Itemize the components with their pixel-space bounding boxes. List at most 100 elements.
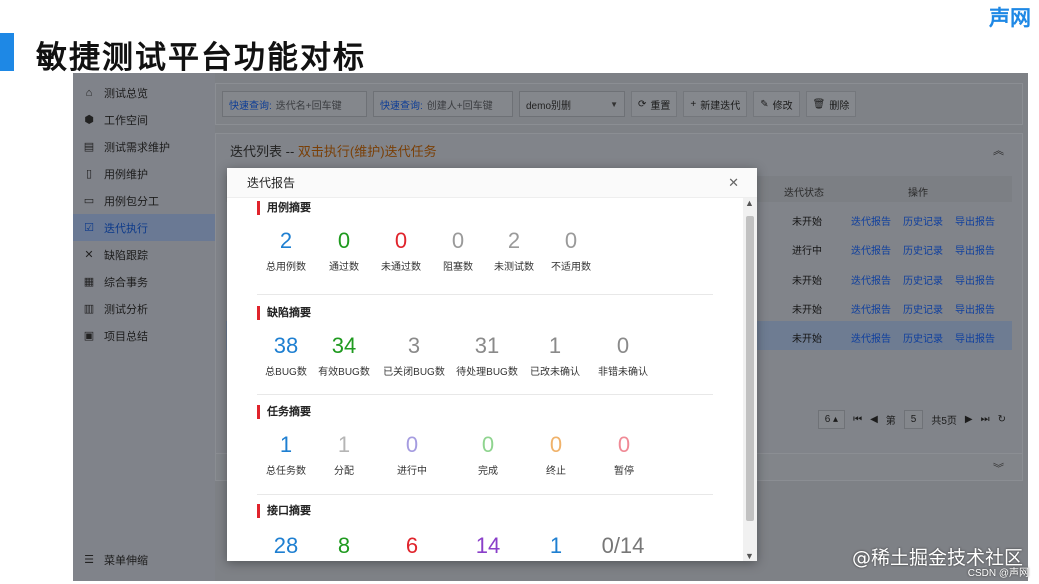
menu-collapse-button[interactable]: ☰ 菜单伸缩 <box>73 546 215 573</box>
folder-icon: ▭ <box>83 195 95 207</box>
sidebar-item-case-packages[interactable]: ▭ 用例包分工 <box>73 187 215 214</box>
section-title: 用例摘要 <box>257 201 713 215</box>
reset-button[interactable]: ⟳ 重置 <box>631 91 678 117</box>
sidebar-item-affairs[interactable]: ▦ 综合事务 <box>73 268 215 295</box>
defect-summary-section: 缺陷摘要 <box>257 306 713 320</box>
stat-api-total: 28 <box>273 533 299 558</box>
dialog-scrollbar[interactable]: ▲ ▼ <box>743 198 757 561</box>
plus-icon: + <box>690 98 697 110</box>
menu-icon: ☰ <box>84 554 94 566</box>
sidebar-item-cases[interactable]: ▯ 用例维护 <box>73 160 215 187</box>
stat-paused: 0 暂停 <box>614 432 634 477</box>
divider <box>257 294 713 295</box>
panel-hint: 双击执行(维护)迭代任务 <box>297 143 437 159</box>
sidebar-item-iteration[interactable]: ☑ 迭代执行 <box>73 214 215 241</box>
report-link[interactable]: 迭代报告 <box>851 213 891 228</box>
export-link[interactable]: 导出报告 <box>955 301 995 316</box>
history-link[interactable]: 历史记录 <box>903 330 943 345</box>
stat-fixed-unconfirmed: 1 已改未确认 <box>530 333 580 378</box>
divider <box>257 394 713 395</box>
stat-api-other: 14 <box>475 533 501 558</box>
export-link[interactable]: 导出报告 <box>955 242 995 257</box>
stat-pending-bugs: 31 待处理BUG数 <box>456 333 518 378</box>
grid-icon: ▦ <box>83 276 95 288</box>
api-summary-stats: 28 8 6 14 1 0/14 <box>257 531 713 561</box>
stat-untested: 2 未测试数 <box>494 228 534 273</box>
archive-icon: ▣ <box>83 330 95 342</box>
stat-total-bugs: 38 总BUG数 <box>265 333 307 378</box>
history-link[interactable]: 历史记录 <box>903 272 943 287</box>
watermark-sub: CSDN @声网 <box>967 568 1029 579</box>
sidebar-item-workspace[interactable]: ⬢ 工作空间 <box>73 106 215 133</box>
trash-icon: 🗑 <box>812 98 826 110</box>
creator-search-input[interactable]: 快速查询: 创建人+回车键 <box>373 91 513 117</box>
brand-logo: 声网 <box>989 6 1031 30</box>
task-summary-stats: 1 总任务数 1 分配 0 进行中 0 完成 0 终止 0 暂停 <box>257 430 713 492</box>
sidebar-item-requirements[interactable]: ▤ 测试需求维护 <box>73 133 215 160</box>
report-link[interactable]: 迭代报告 <box>851 272 891 287</box>
chevron-up-icon[interactable]: ︽ <box>993 142 1004 158</box>
close-icon[interactable]: ✕ <box>728 175 739 191</box>
check-square-icon: ☑ <box>84 222 94 234</box>
section-title: 任务摘要 <box>257 405 713 419</box>
sidebar-item-defects[interactable]: ✕ 缺陷跟踪 <box>73 241 215 268</box>
export-link[interactable]: 导出报告 <box>955 213 995 228</box>
scroll-thumb[interactable] <box>746 216 754 521</box>
project-select[interactable]: demo别删 ▼ <box>519 91 625 117</box>
iteration-report-dialog: 迭代报告 ✕ 用例摘要 2 总用例数 0 通过数 0 未通过数 0 阻塞数 2 未测试数 … <box>227 168 757 561</box>
sidebar-item-analysis[interactable]: ▥ 测试分析 <box>73 295 215 322</box>
delete-button[interactable]: 🗑 删除 <box>805 91 857 117</box>
stat-in-progress: 0 进行中 <box>397 432 427 477</box>
stat-done: 0 完成 <box>478 432 498 477</box>
stat-api-passed: 8 <box>337 533 351 558</box>
stat-total-tasks: 1 总任务数 <box>266 432 306 477</box>
last-page-icon[interactable]: ⏭ <box>981 414 990 425</box>
sidebar: ⌂ 测试总览 ⬢ 工作空间 ▤ 测试需求维护 ▯ 用例维护 ▭ 用例包分工 ☑ 迭代执行 ✕… <box>73 73 215 581</box>
prev-page-icon[interactable]: ◀ <box>870 414 878 425</box>
file-icon: ▯ <box>85 168 93 180</box>
scroll-down-icon[interactable]: ▼ <box>745 551 754 561</box>
history-link[interactable]: 历史记录 <box>903 213 943 228</box>
history-link[interactable]: 历史记录 <box>903 242 943 257</box>
report-link[interactable]: 迭代报告 <box>851 301 891 316</box>
refresh-icon[interactable]: ↻ <box>998 414 1006 425</box>
stat-not-applicable: 0 不适用数 <box>551 228 591 273</box>
page-number-input[interactable]: 5 <box>903 410 924 429</box>
task-summary-section: 任务摘要 <box>257 405 713 419</box>
stat-api-ratio: 0/14 <box>601 533 645 558</box>
stat-passed: 0 通过数 <box>329 228 359 273</box>
report-link[interactable]: 迭代报告 <box>851 330 891 345</box>
case-summary-section: 用例摘要 <box>257 201 713 215</box>
sidebar-item-summary[interactable]: ▣ 项目总结 <box>73 322 215 349</box>
iteration-search-input[interactable]: 快速查询: 迭代名+回车键 <box>222 91 367 117</box>
panel-title: 迭代列表 -- <box>230 143 295 159</box>
panel-header: 迭代列表 -- 双击执行(维护)迭代任务 ︽ <box>216 134 1022 166</box>
chevron-down-double-icon[interactable]: ︾ <box>993 460 1004 476</box>
clipboard-icon: ▤ <box>83 141 95 153</box>
export-link[interactable]: 导出报告 <box>955 272 995 287</box>
scroll-up-icon[interactable]: ▲ <box>745 198 754 208</box>
divider <box>257 494 713 495</box>
cube-icon: ⬢ <box>84 114 94 126</box>
toolbar: 快速查询: 迭代名+回车键 快速查询: 创建人+回车键 demo别删 ▼ ⟳ 重置… <box>215 83 1023 125</box>
stat-total-cases: 2 总用例数 <box>266 228 306 273</box>
section-title: 接口摘要 <box>257 504 713 518</box>
export-link[interactable]: 导出报告 <box>955 330 995 345</box>
section-title: 缺陷摘要 <box>257 306 713 320</box>
bar-chart-icon: ▥ <box>83 303 95 315</box>
report-link[interactable]: 迭代报告 <box>851 242 891 257</box>
edit-button[interactable]: ✎ 修改 <box>753 91 800 117</box>
first-page-icon[interactable]: ⏮ <box>853 414 862 425</box>
defect-summary-stats: 38 总BUG数 34 有效BUG数 3 已关闭BUG数 31 待处理BUG数 1 已改未… <box>257 331 713 393</box>
tools-icon: ✕ <box>84 249 94 261</box>
stat-api-blocked: 1 <box>549 533 563 558</box>
next-page-icon[interactable]: ▶ <box>965 414 973 425</box>
page-size-select[interactable]: 6 ▴ <box>817 410 846 429</box>
stat-failed: 0 未通过数 <box>381 228 421 273</box>
stat-valid-bugs: 34 有效BUG数 <box>318 333 370 378</box>
new-iteration-button[interactable]: + 新建迭代 <box>683 91 748 117</box>
dialog-body: 用例摘要 2 总用例数 0 通过数 0 未通过数 0 阻塞数 2 未测试数 0 不适用数 缺… <box>227 198 743 561</box>
sidebar-item-overview[interactable]: ⌂ 测试总览 <box>73 79 215 106</box>
history-link[interactable]: 历史记录 <box>903 301 943 316</box>
pagination: 6 ▴ ⏮ ◀ 第 5 共5页 ▶ ⏭ ↻ <box>817 410 1006 429</box>
